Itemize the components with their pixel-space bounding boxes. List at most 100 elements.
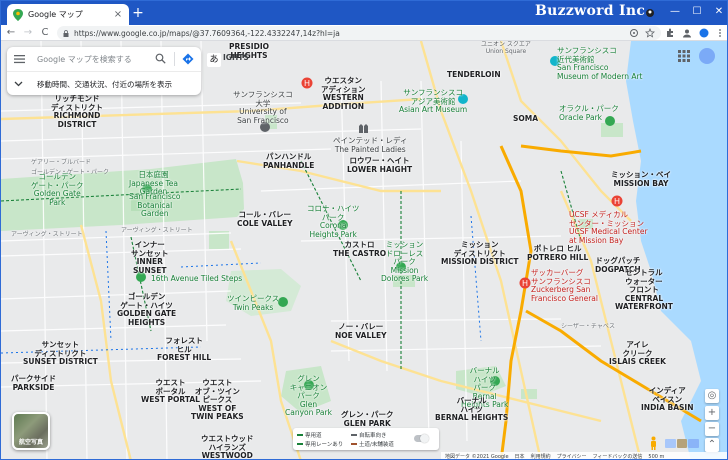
map-label: コール・バレー COLE VALLEY — [237, 210, 293, 228]
search-icon[interactable] — [155, 53, 166, 64]
terms-link[interactable]: 利用規約 — [531, 453, 551, 459]
privacy-link[interactable]: プライバシー — [557, 453, 587, 459]
map-label: インナー サンセット INNER SUNSET — [131, 240, 169, 275]
map-label: サンフランシスコ 大学 University of San Francisco — [233, 90, 293, 125]
my-location-button[interactable]: ◎ — [705, 389, 719, 403]
tab-bar: Google マップ × + Buzzword Inc. — ☐ ✕ — [1, 1, 727, 25]
svg-text:H: H — [614, 197, 620, 206]
reload-button[interactable]: C — [39, 27, 51, 39]
map-label: ゴールデン ゲート・パーク Golden Gate Park — [31, 172, 84, 207]
map-label: ロウワー・ヘイト LOWER HAIGHT — [347, 156, 413, 174]
satellite-label: 航空写真 — [18, 439, 43, 446]
map-label: コロナ・ハイツ パーク Corona Heights Park — [307, 204, 360, 239]
map-canvas[interactable]: H H H PRESIDIO HEIGHTS ユニオン スクエア Union Squ… — [1, 41, 727, 460]
lock-icon — [63, 29, 69, 37]
directions-icon[interactable] — [182, 53, 194, 65]
extensions-icon[interactable] — [665, 28, 675, 38]
map-label: ミッション ドローレス パーク Mission Dolores Park — [381, 240, 429, 283]
map-label: グレン キャニオン パーク Glen Canyon Park — [285, 374, 332, 417]
legend-item: 専用道 — [297, 431, 322, 439]
street-label: ゴールデン・ゲート・パーク — [31, 169, 110, 176]
map-label: IGHTS — [223, 53, 249, 62]
google-maps-pin-icon — [13, 8, 23, 21]
browser-account-icon[interactable] — [699, 28, 709, 38]
menu-dots-icon[interactable] — [715, 28, 725, 38]
star-icon[interactable] — [645, 28, 655, 38]
chevron-down-icon — [14, 81, 23, 87]
url-field[interactable]: https://www.google.co.jp/maps/@37.760936… — [57, 26, 661, 40]
share-icon[interactable] — [629, 28, 639, 38]
map-label: グレン・パーク GLEN PARK — [341, 410, 394, 428]
imagery-thumb[interactable] — [665, 439, 676, 448]
google-apps-icon[interactable] — [677, 49, 691, 63]
map-label: インディア ベイスン INDIA BASIN — [641, 386, 694, 412]
back-button[interactable]: ← — [5, 27, 17, 39]
map-label: サンセット ディストリクト SUNSET DISTRICT — [23, 340, 98, 366]
scale-bar[interactable]: 500 m — [648, 454, 664, 460]
expand-button[interactable]: ⌃ — [705, 438, 719, 452]
ime-indicator: あ — [207, 53, 221, 67]
street-label: ゲアリー・ブルバード — [31, 159, 92, 166]
map-label: ポトレロ ヒル POTRERO HILL — [527, 244, 589, 262]
map-label: TENDERLOIN — [447, 70, 501, 79]
zoom-out-button[interactable]: − — [705, 422, 719, 436]
legend-swatch — [351, 443, 357, 445]
zoom-in-button[interactable]: + — [705, 406, 719, 420]
address-bar: ← → C https://www.google.co.jp/maps/@37.… — [1, 25, 727, 41]
brand-watermark: Buzzword Inc. — [535, 3, 651, 19]
bike-legend: 専用道 専用レーンあり 自転車向き 土道/未舗装道 — [293, 428, 439, 450]
painted-ladies-icon[interactable] — [358, 121, 370, 133]
region-link[interactable]: 日本 — [515, 453, 525, 459]
feedback-link[interactable]: フィードバックの送信 — [592, 453, 642, 459]
new-tab-button[interactable]: + — [131, 5, 145, 21]
legend-swatch — [297, 443, 303, 445]
map-label: ウエストウッドハイランズWESTWOODHIGHLANDS — [201, 434, 254, 460]
map-label: サンフランシスコ アジア美術館 Asian Art Museum — [399, 88, 468, 114]
hospital-pin-icon[interactable]: H — [301, 77, 313, 89]
bike-layer-toggle[interactable] — [414, 434, 429, 443]
tab-google-maps[interactable]: Google マップ × — [7, 4, 129, 25]
nearby-info-text: 移動時間、交通状況、付近の場所を表示 — [37, 80, 172, 89]
imagery-thumb[interactable] — [676, 439, 688, 448]
map-label: ウエスタン アディション WESTERN ADDITION — [321, 76, 366, 111]
map-data-credit: 地図データ ©2021 Google — [445, 454, 509, 460]
map-label: アイレ クリーク ISLAIS CREEK — [609, 340, 666, 366]
satellite-layer-toggle[interactable]: 航空写真 — [12, 412, 50, 450]
map-label: ミッション・ベイ MISSION BAY — [611, 170, 671, 188]
map-label: San Francisco Botanical Garden — [129, 192, 181, 218]
map-label: SOMA — [513, 114, 539, 123]
imagery-thumbnails[interactable] — [665, 439, 700, 448]
map-label: ザッカーバーグ サンフランシスコ Zuckerberg San Francisco G… — [531, 268, 598, 303]
minimize-button[interactable]: — — [667, 4, 683, 20]
profile-icon[interactable] — [645, 8, 655, 18]
account-icon[interactable] — [682, 28, 692, 38]
map-label: ペインテッド・レディ The Painted Ladies — [333, 136, 408, 154]
maximize-button[interactable]: ☐ — [689, 4, 705, 20]
map-label: フォレスト ヒル FOREST HILL — [157, 336, 212, 362]
street-label: アーヴィング・ストリート — [121, 227, 193, 234]
map-footer: 地図データ ©2021 Google 日本 利用規約 プライバシー フィードバッ… — [441, 452, 727, 460]
legend-swatch — [351, 434, 357, 436]
hospital-pin-icon[interactable]: H — [519, 277, 531, 289]
map-label: 16th Avenue Tiled Steps — [151, 274, 243, 283]
nearby-info-toggle[interactable]: 移動時間、交通状況、付近の場所を表示 — [7, 71, 201, 95]
tab-close-button[interactable]: × — [113, 9, 123, 20]
pegman-icon[interactable] — [649, 436, 658, 450]
hamburger-menu-icon[interactable] — [14, 54, 25, 64]
hospital-pin-icon[interactable]: H — [611, 195, 623, 207]
tab-title: Google マップ — [28, 10, 83, 19]
url-text: https://www.google.co.jp/maps/@37.760936… — [74, 28, 340, 38]
map-label: リッチモンド ディストリクト RICHMOND DISTRICT — [51, 94, 103, 129]
map-label: ミッション ディストリクト MISSION DISTRICT — [441, 240, 519, 266]
search-input[interactable] — [37, 53, 147, 65]
user-avatar[interactable] — [699, 48, 715, 64]
imagery-thumb[interactable] — [688, 439, 700, 448]
street-label: アーヴィング・ストリート — [11, 231, 83, 238]
map-label: ノー・バレー NOE VALLEY — [335, 322, 387, 340]
forward-button[interactable]: → — [22, 27, 34, 39]
divider — [174, 52, 175, 66]
close-window-button[interactable]: ✕ — [711, 4, 727, 20]
map-label: ユニオン スクエア Union Square — [481, 41, 531, 55]
search-panel: 移動時間、交通状況、付近の場所を表示 — [7, 47, 201, 95]
browser-window: Google マップ × + Buzzword Inc. — ☐ ✕ ← → C… — [0, 0, 728, 460]
